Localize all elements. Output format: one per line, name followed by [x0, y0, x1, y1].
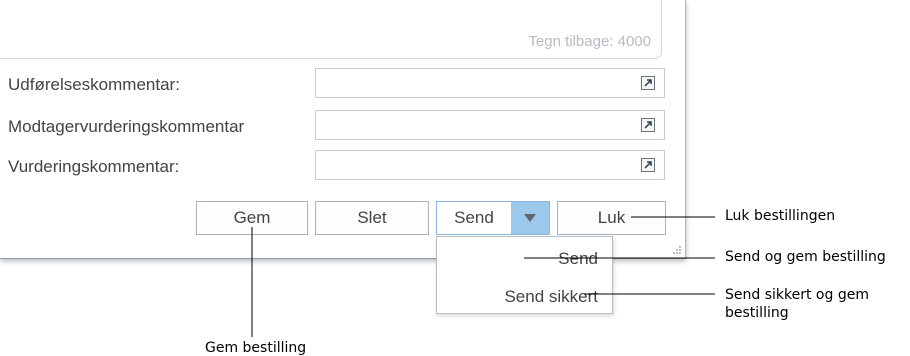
- callout-send-save: Send og gem bestilling: [725, 249, 886, 265]
- callout-send-secure-line2: bestilling: [725, 305, 789, 321]
- callout-close-order: Luk bestillingen: [725, 208, 836, 224]
- callout-save-order: Gem bestilling: [205, 340, 307, 356]
- callout-send-secure-line1: Send sikkert og gem: [725, 287, 869, 303]
